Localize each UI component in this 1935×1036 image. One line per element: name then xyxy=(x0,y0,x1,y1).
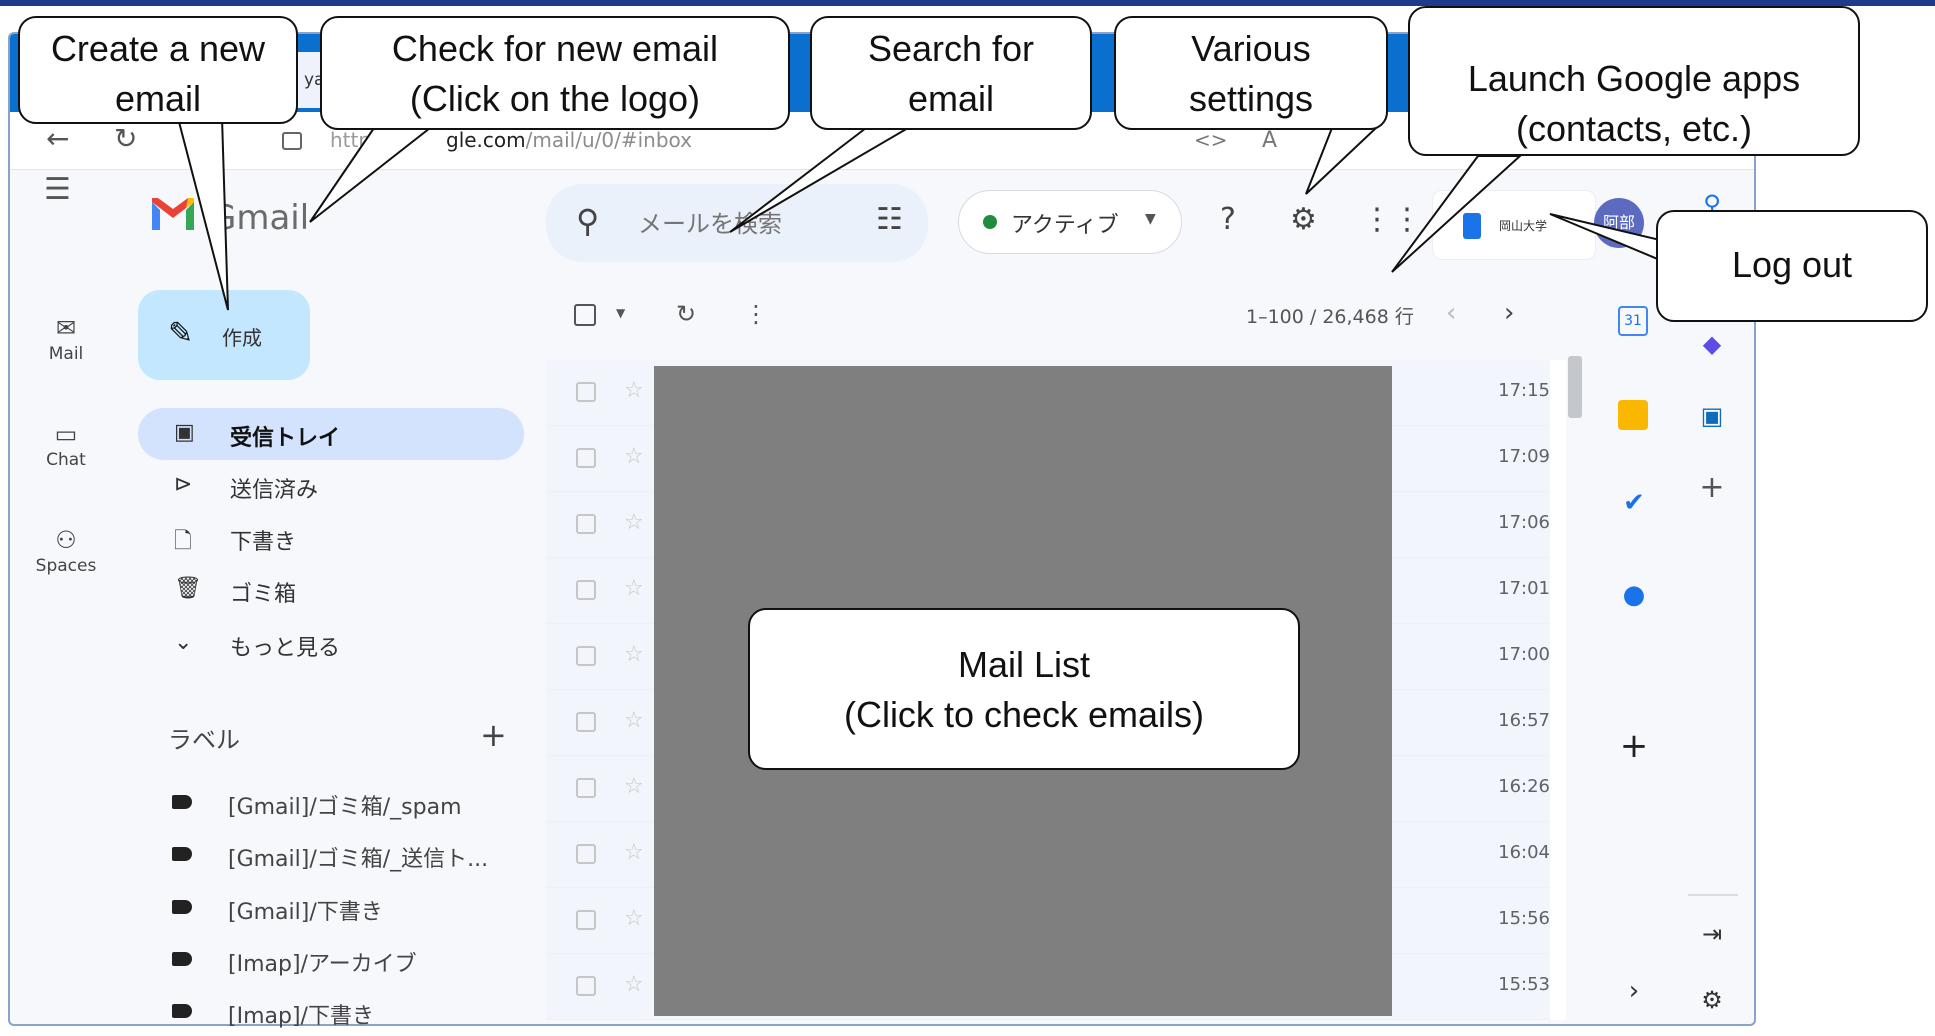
callout-compose-line: email xyxy=(114,78,202,119)
callout-maillist-line: (Click to check emails) xyxy=(843,694,1205,735)
callout-settings-line: Various xyxy=(1191,28,1311,69)
callout-compose-line: Create a new xyxy=(50,28,266,69)
pointer-refresh xyxy=(309,127,433,223)
callout-apps: Launch Google apps (contacts, etc.) xyxy=(1408,6,1860,156)
pointer-compose xyxy=(176,117,229,311)
callout-refresh: Check for new email (Click on the logo) xyxy=(320,16,790,130)
callout-refresh-line: Check for new email xyxy=(391,28,719,69)
callout-apps-line: (contacts, etc.) xyxy=(1515,108,1753,149)
callout-search: Search for email xyxy=(810,16,1092,130)
callout-compose: Create a new email xyxy=(18,16,298,124)
callout-settings-line: settings xyxy=(1188,78,1314,119)
callout-maillist-line: Mail List xyxy=(957,644,1091,685)
pointer-search xyxy=(729,127,912,233)
pointer-apps xyxy=(1391,155,1523,273)
callout-search-line: email xyxy=(907,78,995,119)
pointer-settings xyxy=(1305,127,1379,195)
callout-settings: Various settings xyxy=(1114,16,1388,130)
callout-apps-line: Launch Google apps xyxy=(1467,58,1801,99)
callout-search-line: Search for xyxy=(867,28,1035,69)
callout-logout-line: Log out xyxy=(1731,244,1853,285)
callout-maillist: Mail List (Click to check emails) xyxy=(748,608,1300,770)
callout-refresh-line: (Click on the logo) xyxy=(409,78,701,119)
callout-logout: Log out xyxy=(1656,210,1928,322)
pointer-logout xyxy=(1549,213,1661,262)
annotated-screenshot: ya ← ↻ https: gle.com/mail/u/0/#inbox <>… xyxy=(0,0,1935,1036)
